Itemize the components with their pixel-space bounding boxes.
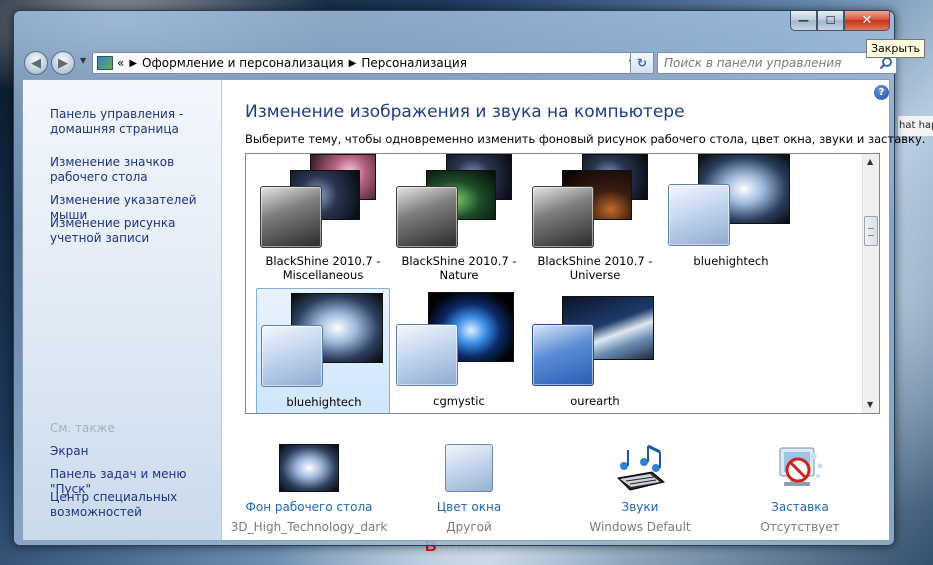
window-color-icon [445,444,493,492]
screensaver-icon [779,447,823,486]
breadcrumb-separator-icon[interactable]: ▶ [129,58,137,69]
scroll-thumb[interactable] [864,216,878,246]
theme-label: Universe [569,268,621,282]
setting-value: Другой [446,520,492,534]
navigation-bar: ◀ ▶ ▼ « ▶ Оформление и персонализация ▶ … [22,49,897,77]
theme-list: BlackShine 2010.7 - Miscellaneous BlackS… [245,153,880,414]
recent-pages-dropdown[interactable]: ▼ [80,56,86,65]
theme-item[interactable]: BlackShine 2010.7 - Miscellaneous [256,154,390,282]
setting-sounds[interactable]: Звуки Windows Default [560,444,720,540]
theme-label: BlackShine 2010.7 - [401,254,517,268]
setting-label[interactable]: Звуки [560,500,720,514]
help-icon[interactable]: ? [874,85,889,100]
control-panel-icon [97,56,113,70]
theme-window-color-swatch [532,324,594,386]
wallpaper-icon [279,444,339,492]
sidebar-link-desktop-icons[interactable]: Изменение значков рабочего стола [50,155,220,185]
setting-value: Отсутствует [760,520,840,534]
sounds-icon [616,444,666,491]
content-area: Панель управления - домашняя страница Из… [22,79,925,541]
theme-label: bluehightech [693,254,769,268]
theme-window-color-swatch [532,186,594,248]
see-also-heading: См. также [50,421,115,435]
task-pane: Панель управления - домашняя страница Из… [23,80,222,540]
theme-label: Miscellaneous [282,268,364,282]
scroll-up-icon[interactable]: ▲ [867,157,873,166]
page-description: Выберите тему, чтобы одновременно измени… [245,132,926,146]
address-overflow-icon[interactable]: « [117,56,124,70]
breadcrumb-appearance[interactable]: Оформление и персонализация [142,56,344,70]
sidebar-link-home[interactable]: Панель управления - домашняя страница [50,107,220,137]
theme-label: Nature [439,268,479,282]
theme-item[interactable]: ourearth [528,288,662,413]
theme-item[interactable]: BlackShine 2010.7 - Nature [392,154,526,282]
theme-label: ourearth [570,394,620,408]
sidebar-link-display[interactable]: Экран [50,444,220,459]
setting-screensaver[interactable]: Заставка Отсутствует [720,444,880,540]
search-input[interactable]: Поиск в панели управления [657,52,897,74]
breadcrumb-separator-icon[interactable]: ▶ [349,58,357,69]
setting-label[interactable]: Фон рабочего стола [229,500,389,514]
page-title: Изменение изображения и звука на компьют… [245,102,685,122]
theme-label: BlackShine 2010.7 - [537,254,653,268]
theme-window-color-swatch [260,186,322,248]
forward-button[interactable]: ▶ [51,51,75,75]
theme-item[interactable]: bluehightech [664,154,798,280]
minimize-button[interactable]: — [790,11,817,31]
setting-value: Windows Default [589,520,691,534]
setting-window-color[interactable]: Цвет окна Другой [389,444,549,540]
control-panel-window: — ☐ ✕ ◀ ▶ ▼ « ▶ Оформление и персонализа… [13,10,925,546]
setting-label[interactable]: Заставка [720,500,880,514]
sidebar-link-account-picture[interactable]: Изменение рисунка учетной записи [50,216,220,246]
maximize-button[interactable]: ☐ [817,11,844,31]
address-bar[interactable]: « ▶ Оформление и персонализация ▶ Персон… [92,52,640,74]
theme-item[interactable]: BlackShine 2010.7 - Universe [528,154,662,282]
theme-window-color-swatch [261,325,323,387]
setting-value: 3D_High_Technology_dark [230,520,388,534]
back-button[interactable]: ◀ [24,51,48,75]
theme-label: cgmystic [433,394,485,408]
close-button[interactable]: ✕ [844,11,890,31]
close-tooltip: Закрыть [866,39,925,58]
search-placeholder: Поиск в панели управления [664,56,842,70]
sidebar-link-ease-of-access[interactable]: Центр специальных возможностей [50,490,220,520]
scroll-down-icon[interactable]: ▼ [867,400,873,409]
caption-buttons: — ☐ ✕ [790,11,890,31]
search-icon[interactable] [879,56,893,70]
setting-desktop-background[interactable]: Фон рабочего стола 3D_High_Technology_da… [229,444,389,540]
theme-item[interactable]: cgmystic [392,288,526,413]
theme-label: BlackShine 2010.7 - [265,254,381,268]
setting-label[interactable]: Цвет окна [389,500,549,514]
refresh-button[interactable]: ↻ [630,52,654,74]
theme-window-color-swatch [396,186,458,248]
breadcrumb-personalization[interactable]: Персонализация [361,56,467,70]
theme-label: bluehightech [286,395,362,409]
theme-window-color-swatch [396,324,458,386]
theme-list-scrollbar[interactable]: ▲ ▼ [862,154,879,413]
theme-item-selected[interactable]: bluehightech [256,288,390,413]
theme-window-color-swatch [668,184,730,246]
